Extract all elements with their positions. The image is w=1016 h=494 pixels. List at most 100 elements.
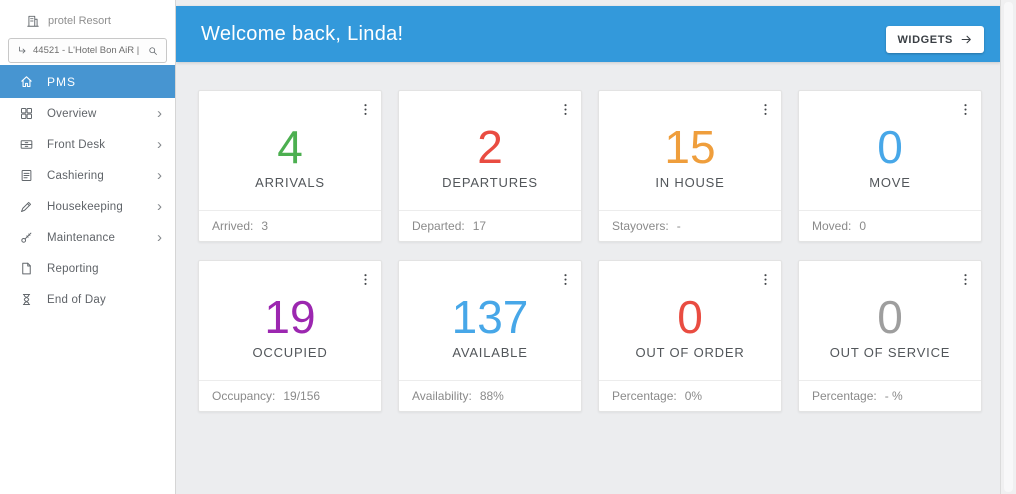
card-move: 0 MOVE Moved: 0: [798, 90, 982, 242]
footer-label: Moved:: [812, 219, 852, 233]
footer-label: Percentage:: [812, 389, 877, 403]
footer-label: Occupancy:: [212, 389, 276, 403]
kebab-menu-icon[interactable]: [756, 99, 774, 119]
widgets-button[interactable]: WIDGETS: [886, 26, 984, 53]
card-body: 0 MOVE: [799, 91, 981, 210]
card-footer: Moved: 0: [799, 210, 981, 241]
card-out-of-order: 0 OUT OF ORDER Percentage: 0%: [598, 260, 782, 412]
card-out-of-service: 0 OUT OF SERVICE Percentage: - %: [798, 260, 982, 412]
sidebar-item-housekeeping[interactable]: Housekeeping ›: [0, 191, 175, 222]
sidebar-item-label: Maintenance: [47, 231, 116, 244]
sidebar-item-cashiering[interactable]: Cashiering ›: [0, 160, 175, 191]
ledger-icon: [21, 170, 32, 181]
sidebar-item-label: End of Day: [47, 293, 106, 306]
card-body: 0 OUT OF SERVICE: [799, 261, 981, 380]
card-available: 137 AVAILABLE Availability: 88%: [398, 260, 582, 412]
sidebar-item-overview[interactable]: Overview ›: [0, 98, 175, 129]
card-body: 137 AVAILABLE: [399, 261, 581, 380]
card-body: 4 ARRIVALS: [199, 91, 381, 210]
kebab-menu-icon[interactable]: [356, 269, 374, 289]
chevron-right-icon: ›: [157, 136, 162, 153]
card-departures: 2 DEPARTURES Departed: 17: [398, 90, 582, 242]
greeting-text: Welcome back, Linda!: [201, 22, 404, 45]
footer-value: 0: [859, 219, 867, 233]
sidebar-nav: PMS Overview › Front Desk › Cashiering ›…: [0, 65, 175, 315]
stat-label: OUT OF ORDER: [635, 344, 745, 360]
stat-label: IN HOUSE: [655, 174, 725, 190]
card-body: 19 OCCUPIED: [199, 261, 381, 380]
card-footer: Percentage: - %: [799, 380, 981, 411]
sidebar-item-label: Reporting: [47, 262, 99, 275]
property-selector[interactable]: 44521 - L'Hotel Bon AiR | Demo: [8, 38, 167, 63]
footer-label: Arrived:: [212, 219, 254, 233]
brand: protel Resort: [0, 0, 175, 28]
card-footer: Departed: 17: [399, 210, 581, 241]
stat-label: OUT OF SERVICE: [829, 344, 951, 360]
stat-value: 0: [877, 120, 903, 173]
search-icon[interactable]: [147, 45, 159, 57]
footer-value: - %: [884, 389, 903, 403]
sidebar-item-label: PMS: [47, 74, 77, 89]
footer-value: 0%: [684, 389, 703, 403]
home-icon: [21, 76, 32, 88]
card-body: 15 IN HOUSE: [599, 91, 781, 210]
footer-label: Stayovers:: [612, 219, 669, 233]
app-window: protel Resort 44521 - L'Hotel Bon AiR | …: [0, 0, 1016, 494]
kebab-menu-icon[interactable]: [956, 99, 974, 119]
chevron-right-icon: ›: [157, 167, 162, 184]
sidebar-item-pms[interactable]: PMS: [0, 65, 175, 98]
card-footer: Arrived: 3: [199, 210, 381, 241]
sidebar-item-label: Overview: [47, 107, 97, 120]
footer-value: 3: [261, 219, 269, 233]
card-arrivals: 4 ARRIVALS Arrived: 3: [198, 90, 382, 242]
footer-value: 88%: [479, 389, 504, 403]
footer-label: Availability:: [412, 389, 472, 403]
kebab-menu-icon[interactable]: [956, 269, 974, 289]
footer-value: 17: [472, 219, 487, 233]
footer-label: Percentage:: [612, 389, 677, 403]
stat-value: 2: [477, 120, 503, 173]
stat-label: AVAILABLE: [452, 344, 528, 360]
kebab-menu-icon[interactable]: [756, 269, 774, 289]
chevron-right-icon: ›: [157, 105, 162, 122]
brush-icon: [21, 201, 32, 212]
kebab-menu-icon[interactable]: [556, 99, 574, 119]
footer-value: 19/156: [283, 389, 321, 403]
property-selector-value: 44521 - L'Hotel Bon AiR | Demo: [33, 45, 142, 56]
widgets-button-label: WIDGETS: [897, 33, 953, 46]
sidebar-item-end-of-day[interactable]: End of Day: [0, 284, 175, 315]
grid-icon: [21, 108, 32, 119]
sidebar-item-reporting[interactable]: Reporting: [0, 253, 175, 284]
stat-label: MOVE: [869, 174, 911, 190]
footer-label: Departed:: [412, 219, 465, 233]
card-footer: Availability: 88%: [399, 380, 581, 411]
report-icon: [22, 262, 31, 275]
sidebar-item-label: Cashiering: [47, 169, 104, 182]
card-footer: Stayovers: -: [599, 210, 781, 241]
stat-value: 137: [451, 290, 529, 343]
hourglass-icon: [22, 294, 31, 305]
subdirectory-arrow-icon: [19, 46, 26, 53]
card-footer: Percentage: 0%: [599, 380, 781, 411]
dashboard-cards: 4 ARRIVALS Arrived: 3 2 DEPARTURES Depar…: [198, 90, 982, 412]
footer-value: -: [676, 219, 681, 233]
arrow-right-icon: [961, 35, 971, 44]
sidebar-item-maintenance[interactable]: Maintenance ›: [0, 222, 175, 253]
main-content: Welcome back, Linda! WIDGETS 4 ARRIVALS: [176, 0, 1001, 494]
kebab-menu-icon[interactable]: [356, 99, 374, 119]
scrollbar-track: [1004, 2, 1013, 492]
stat-value: 4: [277, 120, 303, 173]
stat-label: DEPARTURES: [442, 174, 538, 190]
sidebar-item-label: Housekeeping: [47, 200, 123, 213]
brand-label: protel Resort: [48, 15, 111, 27]
sidebar-item-front-desk[interactable]: Front Desk ›: [0, 129, 175, 160]
card-footer: Occupancy: 19/156: [199, 380, 381, 411]
card-body: 2 DEPARTURES: [399, 91, 581, 210]
stat-label: ARRIVALS: [255, 174, 325, 190]
page-header: Welcome back, Linda! WIDGETS: [176, 6, 1001, 62]
card-body: 0 OUT OF ORDER: [599, 261, 781, 380]
stat-label: OCCUPIED: [252, 344, 328, 360]
stat-value: 0: [677, 290, 703, 343]
scrollbar[interactable]: [1000, 0, 1016, 494]
kebab-menu-icon[interactable]: [556, 269, 574, 289]
